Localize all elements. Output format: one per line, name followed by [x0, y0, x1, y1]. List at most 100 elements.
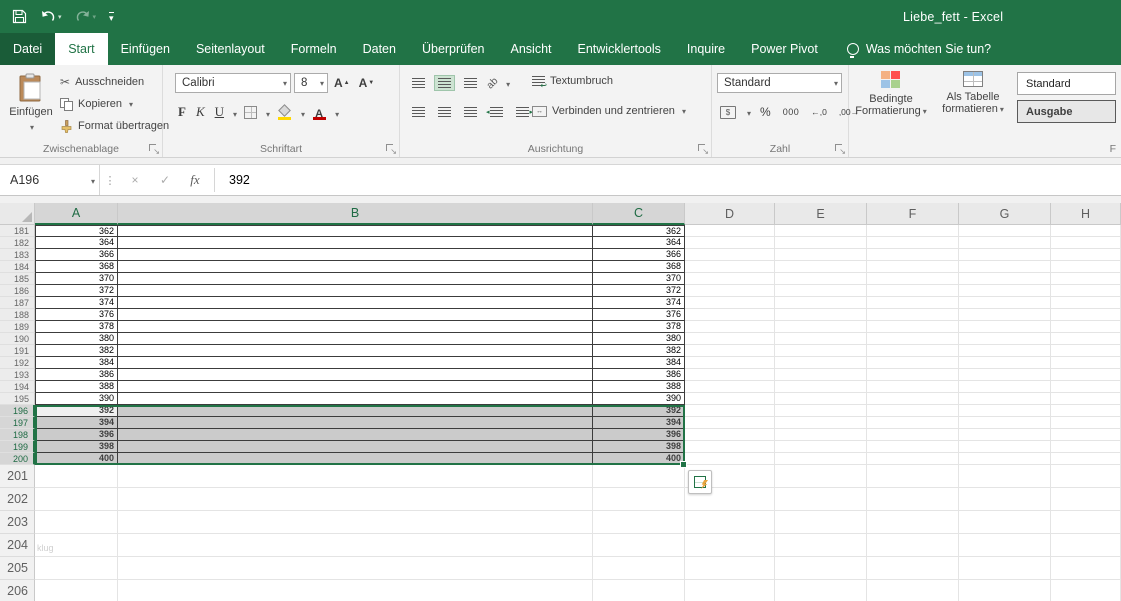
row-header-187[interactable]: 187 [0, 297, 35, 309]
row-header-199[interactable]: 199 [0, 441, 35, 453]
cell-F206[interactable] [867, 580, 959, 601]
cell-H182[interactable] [1051, 237, 1121, 249]
cell-D182[interactable] [685, 237, 775, 249]
cell-G192[interactable] [959, 357, 1051, 369]
cell-C184[interactable]: 368 [593, 261, 685, 273]
wrap-text-button[interactable]: Textumbruch [532, 75, 613, 90]
cell-G181[interactable] [959, 225, 1051, 237]
redo-dropdown[interactable]: ▾ [93, 13, 97, 21]
cell-E204[interactable] [775, 534, 867, 557]
cell-F186[interactable] [867, 285, 959, 297]
column-header-E[interactable]: E [775, 203, 867, 225]
cell-D189[interactable] [685, 321, 775, 333]
cell-H181[interactable] [1051, 225, 1121, 237]
cell-G184[interactable] [959, 261, 1051, 273]
cell-F195[interactable] [867, 393, 959, 405]
cell-A199[interactable]: 398 [35, 441, 118, 453]
cell-F196[interactable] [867, 405, 959, 417]
cell-B181[interactable] [118, 225, 593, 237]
cell-A205[interactable] [35, 557, 118, 580]
cell-B203[interactable] [118, 511, 593, 534]
cell-G206[interactable] [959, 580, 1051, 601]
cell-E192[interactable] [775, 357, 867, 369]
cell-A182[interactable]: 364 [35, 237, 118, 249]
cell-F193[interactable] [867, 369, 959, 381]
cell-D194[interactable] [685, 381, 775, 393]
cell-E190[interactable] [775, 333, 867, 345]
cell-D204[interactable] [685, 534, 775, 557]
cell-F198[interactable] [867, 429, 959, 441]
cell-A202[interactable] [35, 488, 118, 511]
cell-style-ausgabe[interactable]: Ausgabe [1017, 100, 1116, 123]
cell-C193[interactable]: 386 [593, 369, 685, 381]
cell-C206[interactable] [593, 580, 685, 601]
cell-G198[interactable] [959, 429, 1051, 441]
decrease-indent-button[interactable] [486, 104, 507, 120]
ribbon-tab-einfuegen[interactable]: Einfügen [108, 33, 183, 65]
enter-button[interactable]: ✓ [150, 165, 180, 195]
cell-G185[interactable] [959, 273, 1051, 285]
name-box-dropdown-icon[interactable] [89, 173, 95, 187]
cell-H184[interactable] [1051, 261, 1121, 273]
comma-style-button[interactable]: 000 [780, 106, 803, 118]
row-header-205[interactable]: 205 [0, 557, 35, 580]
underline-dropdown-icon[interactable] [231, 105, 237, 120]
cell-G193[interactable] [959, 369, 1051, 381]
row-header-192[interactable]: 192 [0, 357, 35, 369]
cell-E196[interactable] [775, 405, 867, 417]
insert-function-button[interactable]: fx [180, 165, 210, 195]
column-header-D[interactable]: D [685, 203, 775, 225]
italic-button[interactable]: K [193, 103, 208, 121]
cell-E183[interactable] [775, 249, 867, 261]
orientation-button[interactable]: ab [485, 75, 501, 91]
cell-D199[interactable] [685, 441, 775, 453]
row-header-190[interactable]: 190 [0, 333, 35, 345]
paste-button[interactable]: Einfügen [6, 70, 56, 140]
formula-bar-handle[interactable]: ⋮ [100, 165, 120, 195]
cell-D184[interactable] [685, 261, 775, 273]
cell-H193[interactable] [1051, 369, 1121, 381]
cell-B182[interactable] [118, 237, 593, 249]
ribbon-tab-power-pivot[interactable]: Power Pivot [738, 33, 831, 65]
cell-D186[interactable] [685, 285, 775, 297]
cell-A190[interactable]: 380 [35, 333, 118, 345]
row-header-206[interactable]: 206 [0, 580, 35, 601]
ribbon-tab-datei[interactable]: Datei [0, 33, 56, 65]
cell-H204[interactable] [1051, 534, 1121, 557]
cell-C191[interactable]: 382 [593, 345, 685, 357]
cell-E203[interactable] [775, 511, 867, 534]
font-size-select[interactable]: 8 [294, 73, 328, 93]
ribbon-tab-start[interactable]: Start [55, 33, 108, 65]
cell-B196[interactable] [118, 405, 593, 417]
quick-analysis-button[interactable] [688, 470, 712, 494]
tell-me-box[interactable]: Was möchten Sie tun? [846, 33, 991, 65]
cell-B192[interactable] [118, 357, 593, 369]
cell-A187[interactable]: 374 [35, 297, 118, 309]
cell-A186[interactable]: 372 [35, 285, 118, 297]
formula-input[interactable]: 392 [219, 165, 1121, 195]
cell-C188[interactable]: 376 [593, 309, 685, 321]
font-color-dropdown-icon[interactable] [333, 105, 339, 120]
cell-D198[interactable] [685, 429, 775, 441]
row-header-198[interactable]: 198 [0, 429, 35, 441]
undo-button[interactable]: ▾ [40, 10, 62, 23]
format-painter-button[interactable]: Format übertragen [60, 117, 169, 135]
cell-D193[interactable] [685, 369, 775, 381]
cell-G190[interactable] [959, 333, 1051, 345]
ribbon-tab-entwicklertools[interactable]: Entwicklertools [565, 33, 674, 65]
cell-E194[interactable] [775, 381, 867, 393]
ribbon-tab-formeln[interactable]: Formeln [278, 33, 350, 65]
alignment-dialog-launcher[interactable] [697, 143, 709, 156]
cell-F205[interactable] [867, 557, 959, 580]
cell-D187[interactable] [685, 297, 775, 309]
cell-F191[interactable] [867, 345, 959, 357]
orientation-dropdown-icon[interactable] [504, 74, 510, 92]
cell-A181[interactable]: 362 [35, 225, 118, 237]
column-header-F[interactable]: F [867, 203, 959, 225]
cell-A191[interactable]: 382 [35, 345, 118, 357]
cell-A192[interactable]: 384 [35, 357, 118, 369]
cell-D203[interactable] [685, 511, 775, 534]
cell-E189[interactable] [775, 321, 867, 333]
cell-E182[interactable] [775, 237, 867, 249]
cell-B188[interactable] [118, 309, 593, 321]
